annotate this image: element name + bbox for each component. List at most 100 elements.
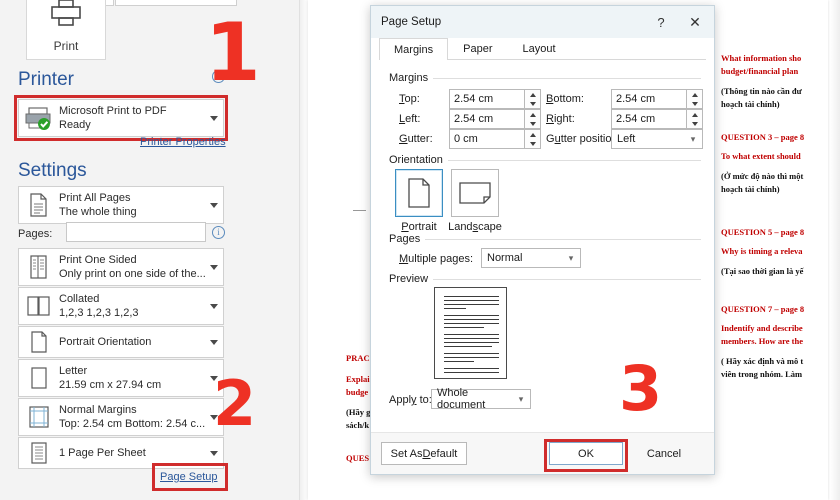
right-margin-spinner[interactable]: 2.54 cm [611, 109, 703, 129]
annotation-step-3: 3 [619, 352, 663, 425]
setting-title: Print All Pages [59, 192, 131, 204]
doc-line: ( Hãy xác định và mô t [721, 356, 804, 366]
portrait-page-icon [408, 178, 430, 208]
setting-subtitle: Top: 2.54 cm Bottom: 2.54 c... [59, 418, 205, 430]
preview-group-rule [389, 279, 701, 280]
setting-collation[interactable]: Collated 1,2,3 1,2,3 1,2,3 [18, 287, 224, 325]
pages-group-label: Pages [389, 233, 426, 245]
setting-subtitle: 1,2,3 1,2,3 1,2,3 [59, 307, 139, 319]
margins-icon [19, 405, 59, 429]
orientation-landscape-tile[interactable] [451, 169, 499, 217]
setting-paper-size[interactable]: Letter 21.59 cm x 27.94 cm [18, 359, 224, 397]
chevron-down-icon: ▾ [518, 393, 524, 404]
cancel-button[interactable]: Cancel [627, 442, 701, 465]
right-margin-stepper[interactable] [686, 110, 702, 128]
print-button[interactable]: Print [26, 0, 106, 60]
setting-sided[interactable]: Print One Sided Only print on one side o… [18, 248, 224, 286]
chevron-down-icon[interactable] [205, 450, 223, 456]
page-left-shadow [300, 0, 308, 500]
left-margin-stepper[interactable] [524, 110, 540, 128]
doc-line: (Hãy g [346, 407, 371, 417]
collapse-marker-icon[interactable]: — [353, 203, 366, 216]
margins-group-label: Margins [389, 72, 434, 84]
gutter-label: Gutter: [399, 133, 433, 145]
doc-line: (Ở mức độ nào thì một [721, 171, 804, 181]
gutter-position-value: Left [617, 133, 636, 145]
doc-line: (Thông tin nào cần đư [721, 86, 802, 96]
pages-label: Pages: [18, 228, 53, 240]
orientation-portrait-caption: Portrait [401, 221, 437, 233]
chevron-down-icon[interactable] [205, 264, 223, 270]
setting-subtitle: 21.59 cm x 27.94 cm [59, 379, 162, 391]
landscape-page-icon [459, 182, 491, 204]
doc-line: QUES [346, 453, 370, 463]
bottom-margin-stepper[interactable] [686, 90, 702, 108]
chevron-down-icon[interactable] [205, 339, 223, 345]
pages-per-sheet-icon [19, 441, 59, 465]
printer-heading: Printer [18, 69, 74, 90]
print-button-label: Print [53, 39, 79, 53]
pages-input[interactable] [66, 222, 206, 242]
doc-line: hoạch tài chính) [721, 99, 780, 109]
left-margin-spinner[interactable]: 2.54 cm [449, 109, 541, 129]
setting-subtitle: Only print on one side of the... [59, 268, 205, 280]
doc-line: budget/financial plan [721, 66, 799, 76]
close-icon[interactable]: ✕ [678, 6, 712, 38]
bottom-margin-label: Bottom: [546, 93, 584, 105]
doc-line: Explai [346, 374, 370, 384]
gutter-position-label: Gutter position: [546, 133, 621, 145]
top-margin-spinner[interactable]: 2.54 cm [449, 89, 541, 109]
settings-heading: Settings [18, 160, 87, 181]
annotation-step-2: 2 [213, 367, 257, 440]
paper-size-icon [19, 366, 59, 390]
doc-line: PRAC [346, 353, 370, 363]
orientation-landscape-caption: Landscape [448, 221, 502, 233]
gutter-position-select[interactable]: Left ▾ [611, 129, 703, 149]
margins-group-rule [389, 78, 701, 79]
print-backstage-pane: Print Printer i Microsoft Print to PDF R… [0, 0, 300, 500]
chevron-down-icon[interactable] [205, 303, 223, 309]
chevron-down-icon[interactable] [205, 202, 223, 208]
orientation-group-label: Orientation [389, 154, 448, 166]
gutter-spinner[interactable]: 0 cm [449, 129, 541, 149]
pages-info-icon[interactable]: i [212, 226, 225, 239]
left-margin-value: 2.54 cm [454, 113, 494, 125]
doc-line: sách/k [346, 420, 370, 430]
bottom-margin-spinner[interactable]: 2.54 cm [611, 89, 703, 109]
setting-margins[interactable]: Normal Margins Top: 2.54 cm Bottom: 2.54… [18, 398, 224, 436]
doc-line: hoạch tài chính) [721, 184, 780, 194]
orientation-portrait-tile[interactable] [395, 169, 443, 217]
tab-paper[interactable]: Paper [448, 37, 507, 59]
doc-line: What information sho [721, 53, 802, 63]
multiple-pages-value: Normal [487, 252, 523, 264]
tab-margins[interactable]: Margins [379, 38, 449, 60]
apply-to-select[interactable]: Whole document ▾ [431, 387, 531, 411]
setting-print-range[interactable]: Print All Pages The whole thing [18, 186, 224, 224]
document-pages-icon [19, 192, 59, 218]
top-margin-value: 2.54 cm [454, 93, 494, 105]
tab-layout[interactable]: Layout [507, 37, 570, 59]
bottom-margin-value: 2.54 cm [616, 93, 656, 105]
printer-properties-link[interactable]: Printer Properties [140, 136, 226, 148]
gutter-value: 0 cm [454, 133, 478, 145]
setting-orientation[interactable]: Portrait Orientation [18, 326, 224, 358]
doc-line: viên trong nhóm. Làm [721, 369, 803, 379]
highlight-box-page-setup [152, 463, 228, 491]
doc-line: QUESTION 3 – page 8 [721, 132, 805, 142]
gutter-stepper[interactable] [524, 130, 540, 148]
apply-to-label: Apply to: [389, 394, 432, 406]
doc-line: budge [346, 387, 369, 397]
page-right-shadow [830, 0, 840, 500]
dialog-title: Page Setup [381, 16, 442, 28]
multiple-pages-select[interactable]: Normal ▾ [481, 248, 581, 268]
dialog-button-bar: Set As Default OK Cancel [371, 432, 714, 474]
preview-group-label: Preview [389, 273, 434, 285]
apply-to-value: Whole document [437, 387, 486, 411]
collated-icon [19, 295, 59, 317]
set-as-default-button[interactable]: Set As Default [381, 442, 467, 465]
one-sided-icon [19, 254, 59, 280]
setting-subtitle: The whole thing [59, 206, 137, 218]
help-icon[interactable]: ? [644, 6, 678, 38]
dialog-title-bar[interactable]: Page Setup ? ✕ [371, 6, 714, 38]
top-margin-stepper[interactable] [524, 90, 540, 108]
